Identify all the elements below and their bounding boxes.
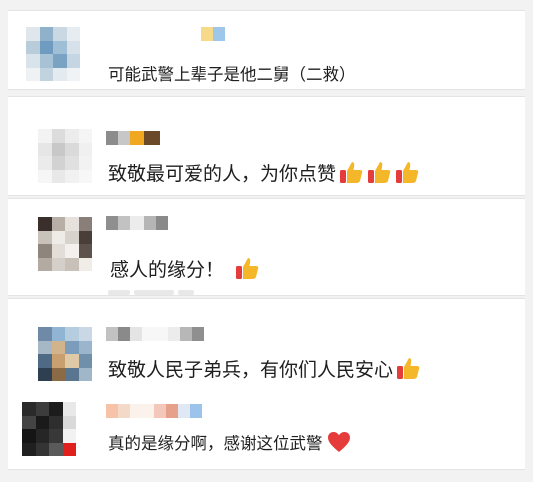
nickname-blur: [106, 216, 168, 230]
nickname-blur: [106, 404, 202, 418]
comment-body: 致敬人民子弟兵，有你们人民安心: [108, 358, 394, 381]
comment-card: 致敬最可爱的人，为你点赞: [8, 96, 525, 196]
red-heart-icon: [327, 432, 350, 452]
avatar[interactable]: [38, 217, 92, 271]
nickname-blur: [106, 131, 160, 145]
thumbs-up-icon: [397, 358, 420, 379]
avatar[interactable]: [38, 327, 92, 381]
nickname-blur: [106, 327, 204, 341]
comment-card: 致敬人民子弟兵，有你们人民安心: [8, 298, 525, 390]
avatar[interactable]: [22, 402, 76, 456]
next-line-fragment: [108, 290, 288, 295]
comment-body: 感人的缘分！: [110, 258, 225, 281]
thumbs-up-icon: [368, 162, 391, 183]
avatar[interactable]: [26, 27, 80, 81]
comment-body: 真的是缘分啊，感谢这位武警: [108, 434, 323, 453]
comment-list: 可能武警上辈子是他二舅（二救） 致敬最可爱的人，为你点赞 感人的缘分！ 致敬人民…: [0, 0, 533, 482]
thumbs-up-icon: [340, 162, 363, 183]
thumbs-up-icon: [396, 162, 419, 183]
comment-card: 可能武警上辈子是他二舅（二救）: [8, 10, 525, 90]
thumbs-up-icon: [236, 258, 259, 279]
comment-card: 感人的缘分！: [8, 198, 525, 296]
comment-body: 致敬最可爱的人，为你点赞: [108, 162, 337, 185]
comment-body: 可能武警上辈子是他二舅（二救）: [108, 65, 356, 84]
comment-text: 真的是缘分啊，感谢这位武警: [108, 428, 351, 456]
nickname-blur: [201, 27, 225, 41]
comment-text: 致敬最可爱的人，为你点赞: [108, 157, 420, 187]
comment-text: 致敬人民子弟兵，有你们人民安心: [108, 353, 421, 383]
comment-text: 感人的缘分！: [110, 253, 260, 283]
avatar[interactable]: [38, 129, 92, 183]
comment-text: 可能武警上辈子是他二舅（二救）: [108, 60, 356, 86]
comment-card: 真的是缘分啊，感谢这位武警: [8, 390, 525, 470]
